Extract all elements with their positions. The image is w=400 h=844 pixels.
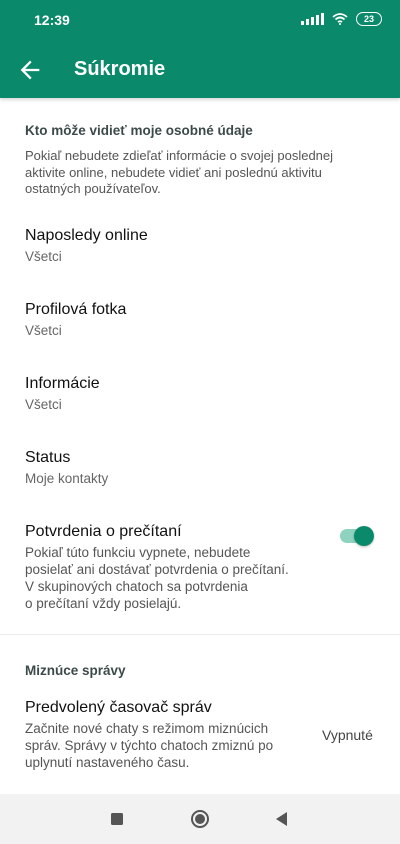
- status-time: 12:39: [34, 12, 70, 28]
- section-description: Pokiaľ nebudete zdieľať informácie o svo…: [25, 148, 334, 196]
- arrow-back-icon[interactable]: [16, 56, 44, 84]
- status-icons: 23: [301, 12, 382, 26]
- setting-read-receipts[interactable]: Potvrdenia o prečítaní Pokiaľ túto funkc…: [0, 510, 400, 620]
- setting-value: Všetci: [25, 397, 62, 412]
- description-line: posielať ani dostávať potvrdenia o prečí…: [25, 562, 289, 577]
- system-nav-bar: [0, 794, 400, 844]
- description-line: V skupinových chatoch sa potvrdenia: [25, 579, 248, 594]
- wifi-icon: [332, 13, 348, 25]
- section-header-disappearing: Miznúce správy: [25, 663, 126, 678]
- setting-status[interactable]: Status Moje kontakty: [0, 434, 400, 504]
- triangle-back-icon[interactable]: [272, 809, 292, 829]
- page-title: Súkromie: [74, 58, 166, 80]
- section-divider: [0, 634, 400, 635]
- setting-label: Predvolený časovač správ: [25, 699, 212, 716]
- setting-value: Všetci: [25, 323, 62, 338]
- setting-description: Začnite nové chaty s režimom miznúcich s…: [25, 720, 315, 771]
- setting-default-timer[interactable]: Predvolený časovač správ Začnite nové ch…: [0, 686, 400, 776]
- setting-label: Informácie: [25, 375, 100, 392]
- setting-label: Status: [25, 449, 71, 466]
- app-bar: Súkromie: [0, 42, 400, 98]
- square-recents-icon[interactable]: [107, 809, 127, 829]
- setting-label: Profilová fotka: [25, 301, 127, 318]
- read-receipts-toggle[interactable]: [340, 521, 374, 551]
- setting-last-seen[interactable]: Naposledy online Všetci: [0, 212, 400, 282]
- setting-profile-photo[interactable]: Profilová fotka Všetci: [0, 286, 400, 356]
- description-line: Pokiaľ túto funkciu vypnete, nebudete: [25, 545, 251, 560]
- setting-description: Pokiaľ túto funkciu vypnete, nebudete po…: [25, 544, 325, 612]
- setting-label: Potvrdenia o prečítaní: [25, 523, 182, 540]
- description-line: uplynutí nastaveného času.: [25, 755, 190, 770]
- description-line: správ. Správy v týchto chatoch zmiznú po: [25, 738, 274, 753]
- setting-value: Moje kontakty: [25, 471, 109, 486]
- battery-icon: 23: [356, 12, 382, 26]
- status-bar: 12:39 23: [0, 0, 400, 42]
- signal-icon: [301, 13, 324, 25]
- description-line: o prečítaní vždy posielajú.: [25, 596, 182, 611]
- setting-value: Vypnuté: [322, 727, 373, 743]
- circle-home-icon[interactable]: [190, 809, 210, 829]
- section-header-personal-info: Kto môže vidieť moje osobné údaje: [25, 123, 253, 138]
- description-line: Začnite nové chaty s režimom miznúcich: [25, 721, 269, 736]
- setting-label: Naposledy online: [25, 227, 148, 244]
- setting-value: Všetci: [25, 249, 62, 264]
- toggle-thumb: [354, 526, 374, 546]
- setting-about[interactable]: Informácie Všetci: [0, 360, 400, 430]
